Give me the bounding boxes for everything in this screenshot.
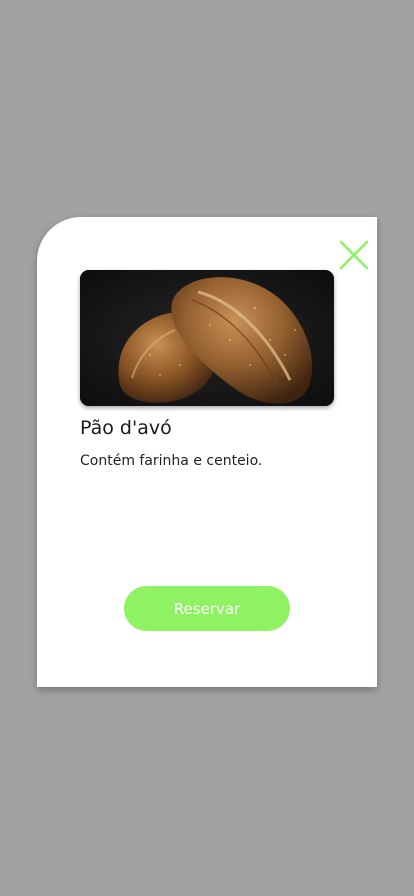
product-modal: Pão d'avó Contém farinha e centeio. Rese… [37,217,377,687]
reserve-button-label: Reservar [173,599,241,618]
product-title: Pão d'avó [80,417,172,439]
product-description: Contém farinha e centeio. [80,453,263,469]
close-icon [339,240,369,270]
close-button[interactable] [338,239,370,271]
bread-loaves-photo [80,270,334,406]
screen: Pão d'avó Contém farinha e centeio. Rese… [0,0,414,896]
product-image [80,270,334,406]
reserve-button[interactable]: Reservar [124,586,290,631]
